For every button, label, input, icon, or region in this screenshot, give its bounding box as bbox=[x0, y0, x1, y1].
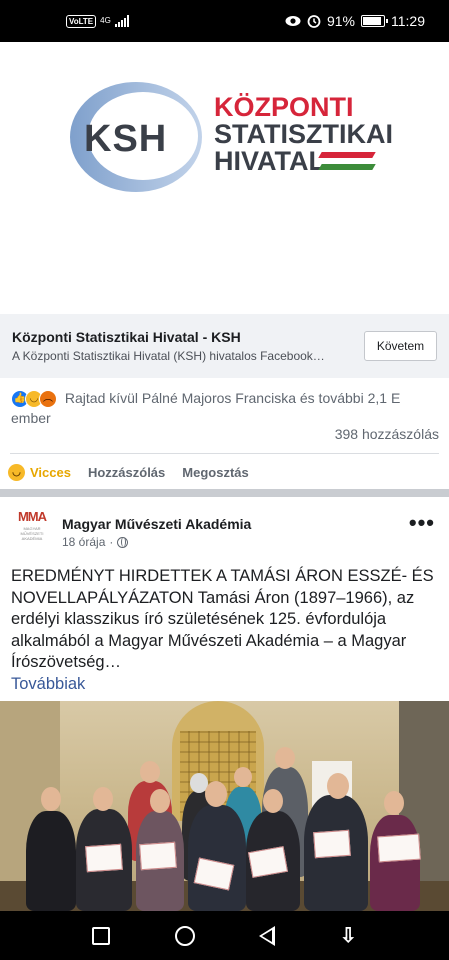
photo-diploma bbox=[85, 843, 123, 873]
clock: 11:29 bbox=[391, 13, 425, 29]
status-right: 91% 11:29 bbox=[285, 13, 425, 29]
post-meta: 18 órája · bbox=[62, 535, 129, 549]
back-icon[interactable] bbox=[259, 925, 276, 946]
reaction-icons: 👍 ◡ ︵ bbox=[11, 390, 57, 409]
photo-head bbox=[93, 787, 113, 811]
ksh-logo-letters: KSH bbox=[84, 118, 168, 160]
post-photo[interactable] bbox=[0, 701, 449, 911]
status-bar: VoLTE 4G 91% 11:29 bbox=[0, 0, 449, 42]
link-title: Központi Statisztikai Hivatal - KSH bbox=[12, 329, 241, 345]
system-navigation-bar: ⇩ bbox=[0, 911, 449, 960]
hungarian-flag-icon bbox=[318, 152, 376, 170]
mma-logo: MMA bbox=[17, 509, 47, 524]
eye-icon bbox=[285, 16, 301, 26]
photo-person bbox=[26, 811, 76, 911]
photo-diploma bbox=[139, 841, 177, 871]
photo-head bbox=[275, 747, 295, 769]
post-body: EREDMÉNYT HIRDETTEK A TAMÁSI ÁRON ESSZÉ-… bbox=[11, 567, 434, 671]
link-preview-bar[interactable]: Központi Statisztikai Hivatal - KSH A Kö… bbox=[0, 314, 449, 378]
post-text: EREDMÉNYT HIRDETTEK A TAMÁSI ÁRON ESSZÉ-… bbox=[11, 566, 441, 695]
photo-person bbox=[370, 815, 420, 911]
photo-diploma bbox=[313, 829, 351, 859]
photo-head bbox=[150, 789, 170, 813]
photo-person bbox=[188, 805, 246, 911]
volte-indicator: VoLTE bbox=[66, 14, 97, 28]
link-description: A Központi Statisztikai Hivatal (KSH) hi… bbox=[12, 349, 325, 363]
reactions-text: Rajtad kívül Pálné Majoros Franciska és … bbox=[11, 390, 401, 427]
photo-head bbox=[384, 791, 404, 815]
home-icon[interactable] bbox=[174, 925, 195, 946]
alarm-icon bbox=[307, 15, 321, 28]
status-left: VoLTE 4G bbox=[66, 14, 129, 28]
divider bbox=[10, 453, 439, 454]
reaction-label: Vicces bbox=[30, 464, 71, 480]
comment-button[interactable]: Hozzászólás bbox=[88, 465, 165, 480]
post-separator bbox=[0, 489, 449, 497]
more-options-icon[interactable]: ••• bbox=[409, 512, 435, 534]
reaction-button[interactable]: ◡ Vicces bbox=[8, 463, 71, 481]
haha-icon: ◡ bbox=[8, 463, 25, 481]
photo-head bbox=[205, 781, 227, 807]
meta-separator: · bbox=[109, 535, 114, 549]
ksh-wordmark-line1: KÖZPONTI bbox=[214, 92, 354, 122]
photo-diploma bbox=[377, 833, 421, 863]
link-preview-text: Központi Statisztikai Hivatal - KSH A Kö… bbox=[12, 329, 352, 363]
share-button[interactable]: Megosztás bbox=[182, 465, 248, 480]
battery-icon bbox=[361, 15, 388, 27]
network-type: 4G bbox=[100, 16, 111, 25]
reactions-summary[interactable]: 👍 ◡ ︵ Rajtad kívül Pálné Majoros Francis… bbox=[0, 388, 449, 428]
post-time[interactable]: 18 órája bbox=[62, 535, 105, 549]
photo-head bbox=[234, 767, 252, 787]
globe-icon bbox=[117, 536, 129, 548]
notification-drawer-icon[interactable]: ⇩ bbox=[340, 926, 357, 946]
recent-apps-icon[interactable] bbox=[92, 926, 111, 945]
photo-head bbox=[41, 787, 61, 811]
photo-head bbox=[263, 789, 283, 813]
mma-logo-subtext: MAGYAR MŰVÉSZETI AKADÉMIA bbox=[20, 526, 44, 541]
post-author[interactable]: Magyar Művészeti Akadémia bbox=[62, 516, 251, 532]
link-preview-image[interactable]: KSH KÖZPONTI STATISZTIKAI HIVATAL bbox=[0, 42, 449, 314]
avatar[interactable]: MMA MAGYAR MŰVÉSZETI AKADÉMIA bbox=[12, 510, 52, 550]
battery-percent: 91% bbox=[326, 13, 355, 29]
angry-icon: ︵ bbox=[39, 390, 57, 409]
signal-icon bbox=[114, 15, 129, 27]
photo-head bbox=[327, 773, 349, 799]
see-more-link[interactable]: Továbbiak bbox=[11, 675, 85, 693]
comment-count[interactable]: 398 hozzászólás bbox=[335, 426, 439, 442]
post-actions: ◡ Vicces Hozzászólás Megosztás bbox=[0, 458, 449, 486]
follow-button[interactable]: Követem bbox=[364, 331, 437, 361]
ksh-wordmark-line2: STATISZTIKAI bbox=[214, 119, 393, 149]
photo-head bbox=[140, 761, 160, 783]
